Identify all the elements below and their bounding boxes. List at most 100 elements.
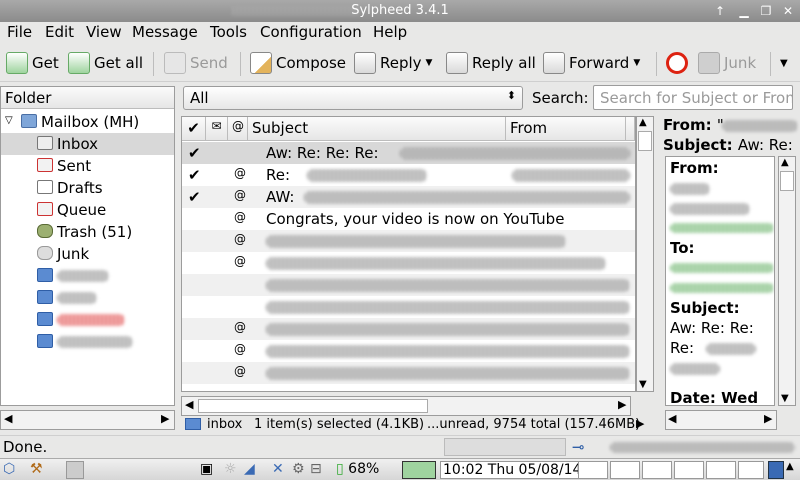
workspace-6[interactable]: [738, 461, 764, 479]
folder-mailbox[interactable]: ▽ Mailbox (MH): [1, 111, 174, 133]
menu-view[interactable]: View: [86, 23, 122, 41]
scroll-down-icon[interactable]: ▼: [639, 379, 647, 390]
table-row[interactable]: ✔ @ Re:: [182, 164, 635, 186]
workspace-5[interactable]: [706, 461, 736, 479]
network-icon[interactable]: ⊟: [310, 461, 322, 479]
folder-redacted[interactable]: [1, 331, 174, 353]
delete-button[interactable]: [666, 50, 688, 76]
table-row[interactable]: @: [182, 318, 635, 340]
workspace-3[interactable]: [642, 461, 672, 479]
folder-header[interactable]: Folder: [1, 87, 174, 109]
table-row[interactable]: @: [182, 252, 635, 274]
table-row[interactable]: [182, 296, 635, 318]
battery-indicator[interactable]: ▯ 68%: [336, 461, 379, 479]
table-row[interactable]: ✔ @ AW:: [182, 186, 635, 208]
expander-down-icon[interactable]: ▽: [5, 115, 13, 126]
compose-button[interactable]: Compose: [250, 50, 346, 76]
scroll-right-icon[interactable]: ▶: [618, 398, 626, 411]
send-button[interactable]: Send: [164, 50, 228, 76]
message-list-vscrollbar[interactable]: ▲ ▼: [636, 116, 654, 392]
online-plug-icon[interactable]: ⊸: [572, 438, 585, 456]
workspace-4[interactable]: [674, 461, 704, 479]
tray-menu-icon[interactable]: ▲: [786, 461, 794, 479]
search-input[interactable]: Search for Subject or From: [593, 85, 793, 110]
forward-dropdown-icon[interactable]: ▼: [633, 58, 640, 68]
preview-hscrollbar[interactable]: ◀ ▶: [665, 410, 777, 430]
table-row[interactable]: ✔ Aw: Re: Re: Re:: [182, 142, 635, 164]
redacted-text: [722, 120, 798, 132]
menu-message[interactable]: Message: [132, 23, 198, 41]
scroll-thumb[interactable]: [638, 131, 652, 151]
folder-redacted[interactable]: [1, 309, 174, 331]
more-arrow-icon[interactable]: ▶: [636, 417, 644, 430]
get-all-button[interactable]: Get all: [68, 50, 143, 76]
show-desktop-icon[interactable]: [768, 461, 784, 479]
up-arrow-icon[interactable]: ↑: [710, 3, 730, 19]
scroll-left-icon[interactable]: ◀: [668, 412, 676, 425]
scroll-right-icon[interactable]: ▶: [161, 412, 169, 425]
col-extra[interactable]: [626, 117, 635, 141]
scroll-thumb[interactable]: [198, 399, 428, 413]
scroll-thumb[interactable]: [780, 171, 794, 191]
workspace-2[interactable]: [610, 461, 640, 479]
preview-subject-header: Subject: Aw: Re:: [663, 136, 793, 154]
col-from[interactable]: From: [506, 117, 626, 141]
reply-all-button[interactable]: Reply all: [446, 50, 536, 76]
table-row[interactable]: @: [182, 230, 635, 252]
preview-vscrollbar[interactable]: ▲ ▼: [778, 156, 796, 406]
folder-redacted[interactable]: [1, 265, 174, 287]
col-attachment-icon[interactable]: @: [228, 117, 248, 141]
menu-configuration[interactable]: Configuration: [260, 23, 362, 41]
tools-icon[interactable]: ⚒: [30, 461, 43, 479]
folder-hscrollbar[interactable]: ◀ ▶: [0, 410, 175, 430]
folder-inbox[interactable]: Inbox: [1, 133, 174, 155]
minimize-icon[interactable]: ▁: [734, 3, 754, 19]
wifi-off-icon[interactable]: ✕: [272, 461, 284, 479]
maximize-icon[interactable]: ❐: [756, 3, 776, 19]
col-unread-envelope-icon[interactable]: ✉: [206, 117, 228, 141]
signal-icon[interactable]: ◢: [244, 461, 255, 479]
table-row[interactable]: @: [182, 340, 635, 362]
reply-dropdown-icon[interactable]: ▼: [426, 58, 433, 68]
message-list-hscrollbar[interactable]: ◀ ▶: [181, 396, 631, 416]
folder-redacted[interactable]: [1, 287, 174, 309]
message-body[interactable]: From: To: Subject: Aw: Re: Re: Re: Date:…: [665, 156, 775, 406]
status-bar: Done. ⊸: [0, 435, 800, 457]
scroll-right-icon[interactable]: ▶: [764, 412, 772, 425]
settings-icon[interactable]: ⚙: [292, 461, 305, 479]
table-row[interactable]: @ Congrats, your video is now on YouTube: [182, 208, 635, 230]
folder-junk[interactable]: Junk: [1, 243, 174, 265]
junk-button[interactable]: Junk: [698, 50, 756, 76]
scroll-left-icon[interactable]: ◀: [4, 412, 12, 425]
table-row[interactable]: @: [182, 362, 635, 384]
preview-from-header: From: ": [663, 116, 724, 134]
weather-icon[interactable]: ☼: [224, 461, 237, 479]
col-mark-check[interactable]: ✔: [182, 117, 206, 141]
clock[interactable]: 10:02 Thu 05/08/14: [440, 461, 585, 479]
menu-edit[interactable]: Edit: [45, 23, 74, 41]
folder-trash[interactable]: Trash (51): [1, 221, 174, 243]
scroll-down-icon[interactable]: ▼: [781, 393, 789, 404]
scroll-up-icon[interactable]: ▲: [781, 157, 789, 168]
cube-launcher-icon[interactable]: ⬡: [3, 461, 15, 479]
workspace-1[interactable]: [578, 461, 608, 479]
menu-file[interactable]: File: [7, 23, 32, 41]
col-subject[interactable]: Subject: [248, 117, 506, 141]
folder-queue[interactable]: Queue: [1, 199, 174, 221]
scroll-up-icon[interactable]: ▲: [639, 117, 647, 128]
scroll-left-icon[interactable]: ◀: [185, 398, 193, 411]
toolbar-overflow-icon[interactable]: ▼: [780, 50, 788, 76]
filter-select[interactable]: All ⬍: [183, 86, 523, 110]
get-button[interactable]: Get: [6, 50, 59, 76]
terminal-icon[interactable]: ▣: [200, 461, 213, 479]
close-icon[interactable]: ✕: [778, 3, 798, 19]
folder-drafts[interactable]: Drafts: [1, 177, 174, 199]
menu-tools[interactable]: Tools: [210, 23, 247, 41]
menu-help[interactable]: Help: [373, 23, 407, 41]
window-task-icon[interactable]: [66, 461, 84, 479]
cpu-graph[interactable]: [402, 461, 436, 479]
folder-sent[interactable]: Sent: [1, 155, 174, 177]
forward-button[interactable]: Forward ▼: [543, 50, 640, 76]
reply-button[interactable]: Reply ▼: [354, 50, 432, 76]
table-row[interactable]: [182, 274, 635, 296]
